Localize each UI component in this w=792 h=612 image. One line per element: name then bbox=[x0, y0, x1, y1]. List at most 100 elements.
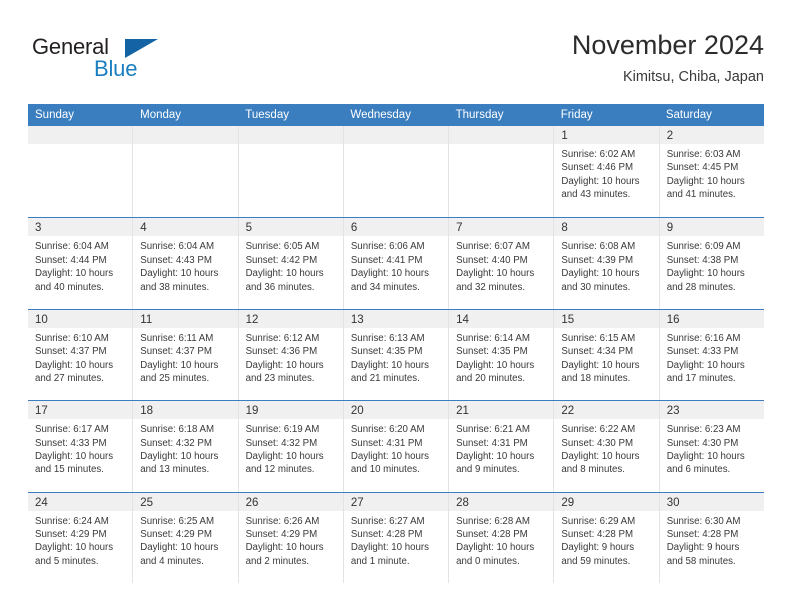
day-number: 28 bbox=[456, 496, 469, 509]
day-cell[interactable]: 11 Sunrise: 6:11 AM Sunset: 4:37 PM Dayligh… bbox=[133, 309, 239, 401]
sunrise-text: Sunrise: 6:19 AM bbox=[245, 424, 320, 436]
daynum-strip: 14 bbox=[449, 309, 554, 328]
day-cell[interactable]: 24 Sunrise: 6:24 AM Sunset: 4:29 PM Dayligh… bbox=[28, 492, 134, 583]
day-number: 26 bbox=[245, 496, 259, 509]
day-cell[interactable]: 23 Sunrise: 6:23 AM Sunset: 4:30 PM Dayligh… bbox=[659, 401, 764, 492]
day-cell[interactable]: 20 Sunrise: 6:20 AM Sunset: 4:31 PM Dayligh… bbox=[343, 401, 450, 492]
day-cell[interactable]: 6 Sunrise: 6:06 AM Sunset: 4:41 PM Daylight… bbox=[343, 218, 450, 309]
daynum-strip: 17 bbox=[28, 401, 133, 420]
sunrise-text: Sunrise: 6:28 AM bbox=[456, 515, 530, 527]
weekday-header-monday: Monday bbox=[140, 109, 182, 121]
day-cell[interactable]: 9 Sunrise: 6:09 AM Sunset: 4:38 PM Daylight… bbox=[659, 218, 764, 309]
day-cell[interactable]: 13 Sunrise: 6:13 AM Sunset: 4:35 PM Dayligh… bbox=[343, 309, 450, 401]
daylight-text-line2: and 43 minutes. bbox=[561, 189, 631, 201]
day-details: Sunrise: 6:23 AM Sunset: 4:30 PM Daylight:… bbox=[660, 419, 764, 477]
daylight-text-line1: Daylight: 10 hours bbox=[350, 450, 429, 462]
daylight-text-line1: Daylight: 10 hours bbox=[245, 359, 324, 371]
calendar-page: General Blue November 2024 Kimitsu, Chib… bbox=[0, 0, 792, 612]
daynum-strip: 22 bbox=[554, 401, 659, 420]
day-cell[interactable]: 1 Sunrise: 6:02 AM Sunset: 4:46 PM Daylight… bbox=[554, 126, 660, 218]
day-cell[interactable]: 19 Sunrise: 6:19 AM Sunset: 4:32 PM Dayligh… bbox=[238, 401, 344, 492]
day-cell[interactable]: 22 Sunrise: 6:22 AM Sunset: 4:30 PM Dayligh… bbox=[554, 401, 660, 492]
day-number: 16 bbox=[666, 313, 680, 326]
weekday-header-thursday: Thursday bbox=[455, 109, 504, 121]
sunset-text: Sunset: 4:45 PM bbox=[666, 162, 739, 174]
day-cell[interactable]: 4 Sunrise: 6:04 AM Sunset: 4:43 PM Daylight… bbox=[133, 218, 239, 309]
day-cell[interactable]: 28 Sunrise: 6:28 AM Sunset: 4:28 PM Dayligh… bbox=[449, 492, 555, 583]
day-number: 22 bbox=[561, 405, 575, 418]
sunset-text: Sunset: 4:31 PM bbox=[350, 437, 423, 449]
day-number: 9 bbox=[666, 222, 674, 235]
masthead: General Blue November 2024 Kimitsu, Chib… bbox=[28, 28, 764, 98]
daynum-strip: 5 bbox=[238, 218, 343, 237]
day-cell[interactable]: 3 Sunrise: 6:04 AM Sunset: 4:44 PM Daylight… bbox=[28, 218, 134, 309]
sunrise-text: Sunrise: 6:04 AM bbox=[35, 241, 109, 253]
daylight-text-line2: and 32 minutes. bbox=[456, 281, 526, 293]
daylight-text-line2: and 23 minutes. bbox=[245, 373, 315, 384]
sunrise-text: Sunrise: 6:25 AM bbox=[140, 515, 215, 527]
general-blue-logo[interactable]: General Blue bbox=[32, 34, 232, 92]
daynum-strip: 30 bbox=[659, 492, 764, 511]
sunset-text: Sunset: 4:28 PM bbox=[456, 528, 528, 540]
day-cell[interactable]: 12 Sunrise: 6:12 AM Sunset: 4:36 PM Dayligh… bbox=[238, 309, 344, 401]
day-cell[interactable]: 2 Sunrise: 6:03 AM Sunset: 4:45 PM Daylight… bbox=[659, 126, 764, 218]
day-number: 4 bbox=[140, 222, 147, 235]
sunrise-text: Sunrise: 6:13 AM bbox=[350, 332, 425, 344]
daynum-strip: 26 bbox=[238, 492, 343, 511]
day-cell[interactable]: 8 Sunrise: 6:08 AM Sunset: 4:39 PM Daylight… bbox=[554, 218, 660, 309]
day-cell[interactable]: 7 Sunrise: 6:07 AM Sunset: 4:40 PM Daylight… bbox=[449, 218, 555, 309]
sunset-text: Sunset: 4:28 PM bbox=[561, 528, 634, 540]
day-details: Sunrise: 6:20 AM Sunset: 4:31 PM Daylight:… bbox=[344, 419, 448, 477]
day-cell[interactable]: 27 Sunrise: 6:27 AM Sunset: 4:28 PM Dayligh… bbox=[343, 492, 450, 583]
sunset-text: Sunset: 4:40 PM bbox=[456, 254, 528, 266]
sunrise-text: Sunrise: 6:03 AM bbox=[666, 149, 741, 160]
sunset-text: Sunset: 4:34 PM bbox=[561, 346, 634, 358]
day-details: Sunrise: 6:02 AM Sunset: 4:46 PM Daylight:… bbox=[554, 144, 658, 202]
daynum-strip: 10 bbox=[28, 309, 133, 328]
day-cell[interactable]: 26 Sunrise: 6:26 AM Sunset: 4:29 PM Dayligh… bbox=[238, 492, 344, 583]
day-cell[interactable]: 18 Sunrise: 6:18 AM Sunset: 4:32 PM Dayligh… bbox=[133, 401, 239, 492]
day-details: Sunrise: 6:15 AM Sunset: 4:34 PM Daylight:… bbox=[554, 328, 658, 386]
day-details: Sunrise: 6:13 AM Sunset: 4:35 PM Daylight:… bbox=[344, 328, 448, 386]
daylight-text-line2: and 0 minutes. bbox=[456, 555, 520, 567]
day-cell[interactable]: 14 Sunrise: 6:14 AM Sunset: 4:35 PM Dayligh… bbox=[449, 309, 555, 401]
daylight-text-line1: Daylight: 10 hours bbox=[245, 268, 324, 280]
day-cell-empty bbox=[238, 126, 344, 218]
sunrise-text: Sunrise: 6:14 AM bbox=[456, 332, 530, 344]
day-number: 29 bbox=[561, 496, 575, 509]
sunset-text: Sunset: 4:35 PM bbox=[456, 346, 528, 358]
sunrise-text: Sunrise: 6:12 AM bbox=[245, 332, 320, 344]
day-number: 19 bbox=[245, 405, 259, 418]
sunrise-text: Sunrise: 6:26 AM bbox=[245, 515, 320, 527]
daynum-strip: 7 bbox=[449, 218, 554, 237]
daylight-text-line1: Daylight: 10 hours bbox=[35, 359, 114, 371]
daylight-text-line1: Daylight: 10 hours bbox=[140, 542, 219, 554]
location-subtitle: Kimitsu, Chiba, Japan bbox=[622, 69, 764, 85]
day-number: 8 bbox=[561, 222, 568, 235]
daynum-strip: 3 bbox=[28, 218, 133, 237]
day-number: 5 bbox=[245, 222, 252, 235]
daylight-text-line1: Daylight: 10 hours bbox=[561, 268, 640, 280]
day-details: Sunrise: 6:12 AM Sunset: 4:36 PM Daylight:… bbox=[239, 328, 343, 386]
day-details: Sunrise: 6:22 AM Sunset: 4:30 PM Daylight:… bbox=[554, 419, 658, 477]
sunrise-text: Sunrise: 6:21 AM bbox=[456, 424, 530, 436]
day-cell[interactable]: 10 Sunrise: 6:10 AM Sunset: 4:37 PM Dayligh… bbox=[28, 309, 134, 401]
day-cell[interactable]: 29 Sunrise: 6:29 AM Sunset: 4:28 PM Dayligh… bbox=[554, 492, 660, 583]
day-cell[interactable]: 17 Sunrise: 6:17 AM Sunset: 4:33 PM Dayligh… bbox=[28, 401, 134, 492]
day-cell[interactable]: 16 Sunrise: 6:16 AM Sunset: 4:33 PM Dayligh… bbox=[659, 309, 764, 401]
day-cell[interactable]: 30 Sunrise: 6:30 AM Sunset: 4:28 PM Dayligh… bbox=[659, 492, 764, 583]
day-cell[interactable]: 15 Sunrise: 6:15 AM Sunset: 4:34 PM Dayligh… bbox=[554, 309, 660, 401]
daynum-strip bbox=[343, 126, 449, 144]
day-number: 12 bbox=[245, 313, 259, 326]
daynum-strip bbox=[28, 126, 133, 144]
day-cell[interactable]: 25 Sunrise: 6:25 AM Sunset: 4:29 PM Dayligh… bbox=[133, 492, 239, 583]
sunset-text: Sunset: 4:43 PM bbox=[140, 254, 212, 266]
day-number: 23 bbox=[666, 405, 680, 418]
day-cell[interactable]: 21 Sunrise: 6:21 AM Sunset: 4:31 PM Dayligh… bbox=[449, 401, 555, 492]
daynum-strip: 2 bbox=[659, 126, 764, 144]
day-cell[interactable]: 5 Sunrise: 6:05 AM Sunset: 4:42 PM Daylight… bbox=[238, 218, 344, 309]
daynum-strip: 13 bbox=[343, 309, 449, 328]
daynum-strip: 11 bbox=[133, 309, 238, 328]
daynum-strip: 25 bbox=[133, 492, 238, 511]
daynum-strip bbox=[133, 126, 238, 144]
